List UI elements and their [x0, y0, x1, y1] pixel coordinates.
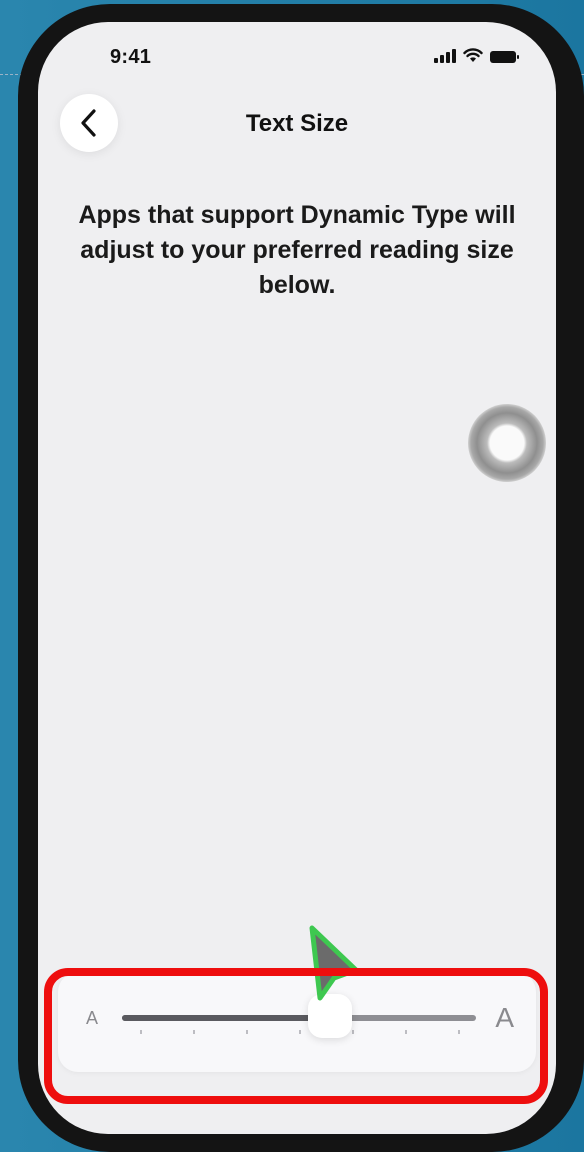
status-icons [434, 48, 519, 63]
description-text: Apps that support Dynamic Type will adju… [78, 201, 516, 299]
status-time: 9:41 [110, 46, 152, 68]
status-bar: 9:41 [38, 22, 556, 82]
cellular-signal-icon [434, 49, 456, 63]
battery-icon [490, 51, 519, 63]
touch-indicator [468, 404, 546, 482]
highlight-box [44, 968, 548, 1104]
page-title: Text Size [245, 110, 349, 137]
wifi-icon [463, 48, 483, 62]
